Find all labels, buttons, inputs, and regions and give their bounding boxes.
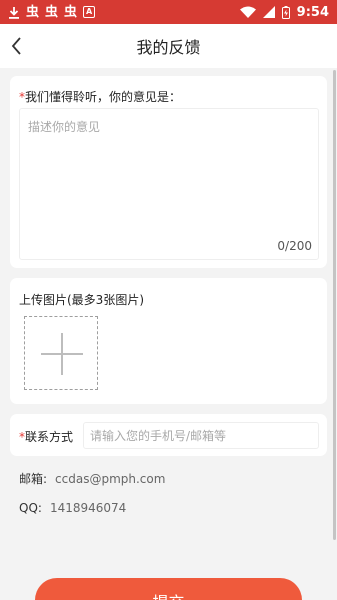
email-label: 邮箱: (19, 472, 48, 486)
signal-icon (262, 6, 275, 18)
submit-label: 提交 (152, 589, 184, 600)
status-notification-icons: 虫 虫 虫 A (8, 6, 240, 19)
submit-button[interactable]: 提交 (35, 578, 302, 600)
bug-icon: 虫 (45, 4, 59, 20)
opinion-label: *我们懂得聆听，你的意见是： (19, 88, 181, 105)
opinion-label-text: 我们懂得聆听，你的意见是： (25, 90, 182, 104)
email-value: ccdas@pmph.com (55, 472, 166, 486)
upload-card: 上传图片(最多3张图片) (10, 278, 327, 404)
scrollbar[interactable] (333, 70, 336, 540)
email-info: 邮箱: ccdas@pmph.com (19, 470, 165, 487)
contact-label-text: 联系方式 (25, 430, 74, 444)
opinion-placeholder: 描述你的意见 (28, 120, 101, 134)
app-bar: 我的反馈 (0, 24, 337, 68)
battery-icon (281, 5, 290, 19)
page-title: 我的反馈 (136, 38, 201, 57)
back-arrow-icon[interactable] (6, 34, 30, 58)
qq-info: QQ: 1418946074 (19, 501, 126, 515)
download-icon (9, 6, 19, 19)
bug-icon: 虫 (26, 4, 40, 20)
upload-label: 上传图片(最多3张图片) (19, 293, 144, 307)
qq-label: QQ: (19, 501, 42, 515)
contact-input[interactable] (83, 422, 319, 449)
char-counter: 0/200 (277, 239, 312, 253)
opinion-textarea[interactable]: 描述你的意见 0/200 (19, 108, 319, 260)
wifi-icon (239, 6, 256, 18)
qq-value: 1418946074 (49, 501, 127, 515)
contact-label: *联系方式 (19, 428, 73, 445)
opinion-card: *我们懂得聆听，你的意见是： 描述你的意见 0/200 (10, 76, 327, 268)
status-bar: 虫 虫 虫 A 9:54 (0, 0, 337, 24)
bug-icon: 虫 (64, 4, 78, 20)
add-image-button[interactable] (24, 316, 98, 390)
a-icon: A (83, 6, 96, 18)
status-time: 9:54 (296, 4, 329, 20)
contact-card: *联系方式 (10, 414, 327, 456)
